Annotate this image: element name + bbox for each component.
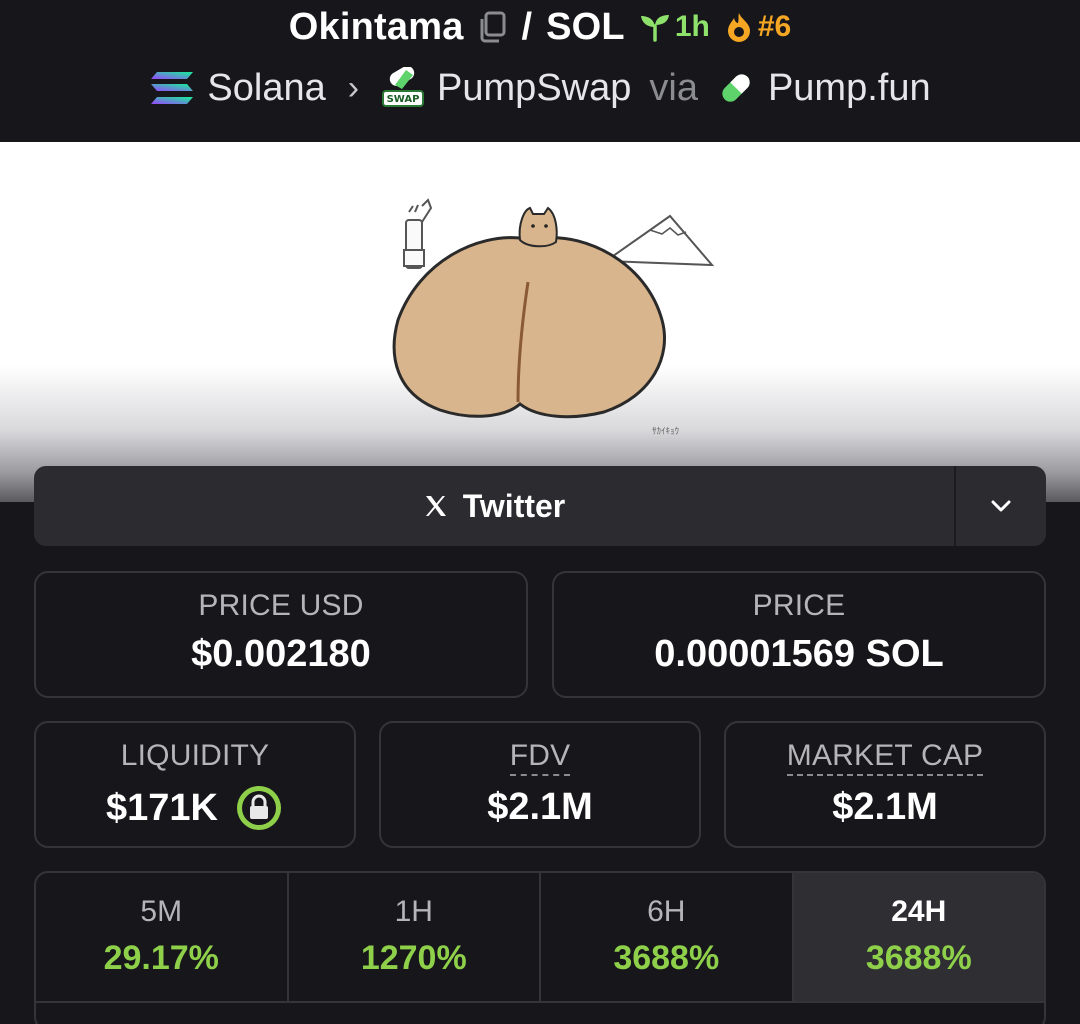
rank-label: #6 [757,10,792,43]
period-label: 24H [891,895,947,928]
pair-title-row: Okintama / SOL 1h #6 [0,4,1080,50]
price-native-card: PRICE 0.00001569 SOL [552,571,1046,698]
quote-symbol: SOL [546,5,625,48]
liquidity-value-row: $171K [106,783,284,833]
lock-icon[interactable] [234,783,284,833]
age-label: 1h [674,10,710,43]
tab-1h[interactable]: 1H 1270% [289,873,541,1001]
change-value: 29.17% [103,939,219,977]
twitter-button[interactable]: Twitter [34,466,954,546]
period-label: 5M [140,895,183,928]
pair-separator: / [521,5,533,48]
sprout-icon [640,15,669,42]
token-banner-image: ｻｶｲｷｮｳ [0,142,1080,502]
pair-header: Okintama / SOL 1h #6 Solana › SWAP PumpS… [0,0,1080,142]
mountain-doodle [602,214,715,267]
tab-6h[interactable]: 6H 3688% [541,873,794,1001]
breadcrumb: Solana › SWAP PumpSwap via Pump.fun [0,62,1080,114]
chevron-right-icon: › [347,68,360,107]
copy-icon[interactable] [478,10,508,44]
price-change-tabs: 5M 29.17% 1H 1270% 6H 3688% 24H 3688% [34,871,1046,1024]
price-usd-card: PRICE USD $0.002180 [34,571,528,698]
market-cap-value: $2.1M [832,786,938,828]
period-label: 6H [647,895,686,928]
pumpswap-logo-icon: SWAP [382,67,425,107]
x-logo-icon [425,496,446,516]
figure-doodle [403,198,433,269]
token-symbol: Okintama [288,5,464,48]
via-label: via [649,66,698,109]
price-usd-value: $0.002180 [191,633,371,675]
creature-head [518,206,558,248]
social-links-bar: Twitter [34,466,1046,546]
pair-age: 1h [639,10,710,44]
divider [36,1001,1044,1003]
chain-link[interactable]: Solana [207,67,325,110]
launchpad-link[interactable]: Pump.fun [768,67,931,110]
change-value: 1270% [360,939,467,977]
period-label: 1H [394,895,433,928]
swap-badge-text: SWAP [387,94,420,105]
liquidity-card: LIQUIDITY $171K [34,721,356,848]
price-usd-label: PRICE USD [198,589,364,622]
price-native-value: 0.00001569 SOL [654,633,944,675]
price-native-label: PRICE [752,589,846,622]
socials-dropdown-button[interactable] [956,466,1046,546]
flame-icon [727,13,750,42]
change-value: 3688% [865,939,972,977]
pill-icon [722,74,750,102]
trending-rank[interactable]: #6 [724,10,791,44]
fdv-card[interactable]: FDV $2.1M [379,721,701,848]
market-cap-label: MARKET CAP [786,739,984,776]
tab-24h[interactable]: 24H 3688% [793,873,1044,1001]
market-cap-card[interactable]: MARKET CAP $2.1M [724,721,1046,848]
tab-5m[interactable]: 5M 29.17% [36,873,289,1001]
liquidity-label: LIQUIDITY [120,739,270,772]
creature-body [392,236,667,419]
change-value: 3688% [613,939,720,977]
twitter-label: Twitter [462,487,566,524]
fdv-label: FDV [509,739,571,776]
solana-logo-icon [151,72,194,104]
fdv-value: $2.1M [487,786,593,828]
chevron-down-icon [991,500,1011,512]
liquidity-value: $171K [106,786,218,829]
dex-link[interactable]: PumpSwap [437,67,631,110]
artist-signature: ｻｶｲｷｮｳ [652,426,680,437]
